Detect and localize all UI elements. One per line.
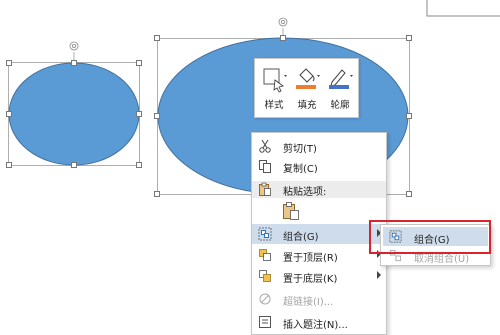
fill-bucket-icon (296, 68, 320, 89)
resize-handle[interactable] (406, 191, 412, 197)
resize-handle[interactable] (71, 162, 77, 168)
resize-handle[interactable] (6, 60, 12, 66)
hyperlink-icon (259, 293, 271, 305)
menu-item-label: 剪切(T) (283, 144, 317, 155)
page-corner-mark (426, 0, 500, 17)
insert-caption-icon (259, 316, 271, 328)
menu-item-group[interactable]: 组合(G) (252, 224, 386, 244)
send-to-back-icon (259, 270, 271, 282)
menu-item-insert-caption[interactable]: 插入题注(N)... (252, 312, 386, 332)
paste-keep-formatting-button[interactable] (282, 201, 300, 221)
submenu-arrow-icon (377, 271, 381, 279)
menu-item-label: 置于底层(K) (283, 274, 338, 285)
style-label: 样式 (264, 100, 284, 111)
resize-handle[interactable] (406, 113, 412, 119)
paste-clipboard-icon (283, 202, 299, 220)
resize-handle[interactable] (71, 60, 77, 66)
document-canvas: 样式 填充 轮廓 剪切(T) 复制(C) 粘贴选项: 组合(G) 置于顶层(R)… (0, 0, 500, 335)
annotation-highlight-box (369, 220, 491, 254)
mini-toolbar: 样式 填充 轮廓 (254, 58, 359, 118)
scissors-icon (259, 139, 271, 153)
resize-handle[interactable] (406, 35, 412, 41)
resize-handle[interactable] (280, 35, 286, 41)
resize-handle[interactable] (6, 111, 12, 117)
resize-handle[interactable] (154, 35, 160, 41)
menu-item-send-to-back[interactable]: 置于底层(K) (252, 266, 386, 286)
outline-button[interactable]: 轮廓 (326, 65, 354, 113)
group-icon (258, 227, 272, 241)
menu-item-label: 插入题注(N)... (283, 320, 348, 331)
menu-item-cut[interactable]: 剪切(T) (252, 136, 386, 156)
style-button[interactable]: 样式 (260, 65, 288, 113)
fill-button[interactable]: 填充 (293, 65, 321, 113)
context-menu: 剪切(T) 复制(C) 粘贴选项: 组合(G) 置于顶层(R) 置于底层(K) … (251, 132, 387, 335)
resize-handle[interactable] (136, 162, 142, 168)
menu-item-bring-to-front[interactable]: 置于顶层(R) (252, 245, 386, 265)
outline-label: 轮廓 (330, 100, 350, 111)
resize-handle[interactable] (154, 191, 160, 197)
fill-label: 填充 (297, 100, 317, 111)
menu-item-copy[interactable]: 复制(C) (252, 156, 386, 176)
menu-item-label: 组合(G) (283, 232, 319, 243)
bring-to-front-icon (259, 249, 271, 261)
menu-item-paste-options: 粘贴选项: (252, 179, 386, 199)
menu-item-hyperlink[interactable]: 超链接(I)... (252, 289, 386, 309)
menu-item-label: 粘贴选项: (283, 187, 327, 198)
resize-handle[interactable] (136, 60, 142, 66)
shape-style-icon (263, 68, 287, 93)
menu-item-label: 超链接(I)... (283, 297, 334, 308)
resize-handle[interactable] (136, 111, 142, 117)
resize-handle[interactable] (6, 162, 12, 168)
menu-item-label: 复制(C) (283, 164, 318, 175)
menu-item-label: 置于顶层(R) (283, 253, 338, 264)
copy-icon (259, 160, 271, 173)
resize-handle[interactable] (154, 113, 160, 119)
paste-icon (259, 182, 271, 196)
outline-pen-icon (329, 69, 353, 89)
